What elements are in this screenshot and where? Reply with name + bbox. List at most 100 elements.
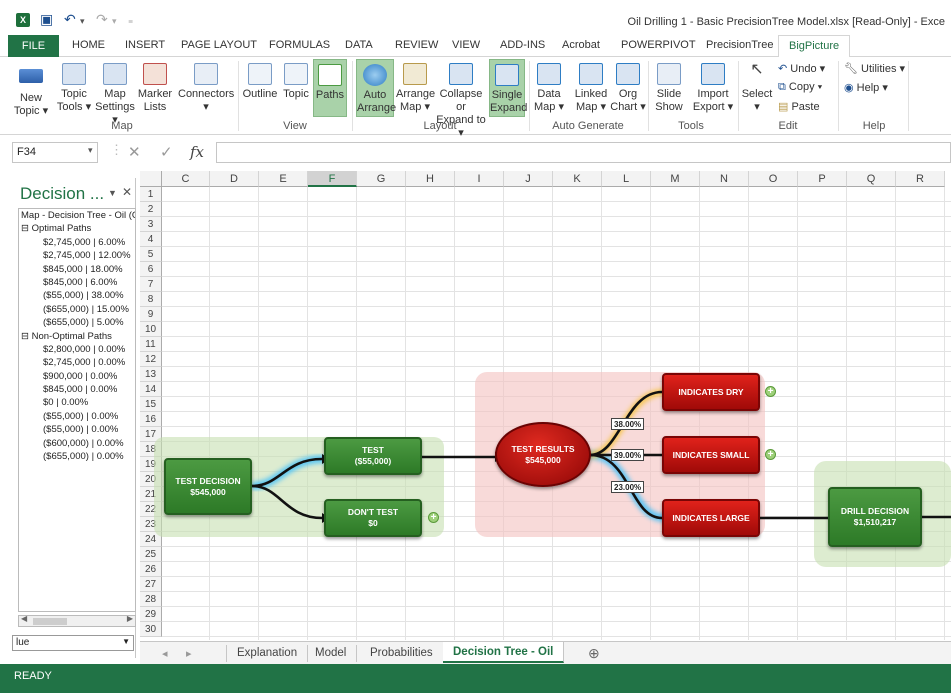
tab-home[interactable]: HOME xyxy=(72,39,105,51)
sheet-prev-icon[interactable]: ◂ xyxy=(162,647,168,660)
data-map-button[interactable]: Data Map ▾ xyxy=(532,63,566,114)
undo-icon[interactable]: ↶ xyxy=(64,11,76,28)
help-icon: ◉ xyxy=(844,82,857,94)
tree-path-item[interactable]: ($655,000) | 5.00% xyxy=(19,316,135,329)
name-box-dropdown-icon[interactable]: ▾ xyxy=(88,145,93,156)
indicates-small-node[interactable]: INDICATES SMALL xyxy=(662,436,760,474)
tab-formulas[interactable]: FORMULAS xyxy=(269,39,330,51)
dont-test-node[interactable]: DON'T TEST $0 xyxy=(324,499,422,537)
indicates-large-node[interactable]: INDICATES LARGE xyxy=(662,499,760,537)
formula-input[interactable] xyxy=(216,142,951,163)
expand-plus-icon[interactable]: + xyxy=(428,512,439,523)
expand-plus-icon[interactable]: + xyxy=(765,386,776,397)
paths-button[interactable]: Paths xyxy=(313,59,347,117)
new-topic-button[interactable]: New Topic ▾ xyxy=(12,63,50,118)
wrench-icon: 🔧︎ xyxy=(844,63,862,75)
pane-options-icon[interactable]: ▼ xyxy=(108,188,117,198)
customize-qat-icon[interactable]: ₌ xyxy=(128,15,133,26)
indicates-dry-node[interactable]: INDICATES DRY xyxy=(662,373,760,411)
sheet-tab-probabilities[interactable]: Probabilities xyxy=(360,645,444,662)
tree-path-item[interactable]: $845,000 | 6.00% xyxy=(19,276,135,289)
undo-button[interactable]: ↶ Undo ▾ xyxy=(778,62,825,75)
save-icon[interactable]: ▣ xyxy=(40,11,53,28)
utilities-button[interactable]: 🔧︎ Utilities ▾ xyxy=(844,62,905,75)
tree-path-item[interactable]: $2,745,000 | 0.00% xyxy=(19,356,135,369)
tree-group[interactable]: ⊟ Optimal Paths xyxy=(19,222,135,235)
expand-plus-icon[interactable]: + xyxy=(765,449,776,460)
drill-decision-node[interactable]: DRILL DECISION $1,510,217 xyxy=(828,487,922,547)
tree-path-item[interactable]: $900,000 | 0.00% xyxy=(19,370,135,383)
tree-path-item[interactable]: ($55,000) | 38.00% xyxy=(19,289,135,302)
scroll-left-icon[interactable]: ◀ xyxy=(21,614,27,623)
test-node[interactable]: TEST ($55,000) xyxy=(324,437,422,475)
excel-logo-icon: X xyxy=(16,13,30,27)
tree-horizontal-scrollbar[interactable]: ◀ ▶ xyxy=(18,614,136,627)
tree-path-item[interactable]: $845,000 | 0.00% xyxy=(19,383,135,396)
tree-path-item[interactable]: $0 | 0.00% xyxy=(19,396,135,409)
tree-path-item[interactable]: $2,745,000 | 12.00% xyxy=(19,249,135,262)
tab-powerpivot[interactable]: POWERPIVOT xyxy=(621,39,696,51)
map-settings-button[interactable]: Map Settings ▾ xyxy=(94,63,136,127)
tree-path-item[interactable]: ($55,000) | 0.00% xyxy=(19,410,135,423)
single-expand-button[interactable]: Single Expand xyxy=(489,59,527,117)
tree-root[interactable]: Map - Decision Tree - Oil (Oil xyxy=(19,209,135,222)
tab-bigpicture[interactable]: BigPicture xyxy=(778,35,851,58)
tree-path-item[interactable]: ($655,000) | 15.00% xyxy=(19,303,135,316)
auto-arrange-button[interactable]: Auto Arrange xyxy=(356,59,396,117)
scroll-right-icon[interactable]: ▶ xyxy=(127,614,133,623)
outline-button[interactable]: Outline xyxy=(242,63,278,101)
tab-file[interactable]: FILE xyxy=(8,35,59,57)
tree-path-item[interactable]: $845,000 | 18.00% xyxy=(19,263,135,276)
sheet-tab-explanation[interactable]: Explanation xyxy=(226,645,309,662)
tree-path-item[interactable]: ($655,000) | 0.00% xyxy=(19,450,135,463)
arrange-map-button[interactable]: Arrange Map ▾ xyxy=(396,63,435,114)
paste-button[interactable]: ▤ Paste xyxy=(778,100,820,113)
pane-close-icon[interactable]: ✕ xyxy=(122,185,132,199)
add-sheet-icon[interactable]: ⊕ xyxy=(578,645,610,662)
path-tree[interactable]: Map - Decision Tree - Oil (Oil ⊟ Optimal … xyxy=(18,208,136,612)
tab-precisiontree[interactable]: PrecisionTree xyxy=(706,39,773,51)
tab-add-ins[interactable]: ADD-INS xyxy=(500,39,545,51)
tab-data[interactable]: DATA xyxy=(345,39,373,51)
test-results-node[interactable]: TEST RESULTS $545,000 xyxy=(495,422,591,487)
test-decision-node[interactable]: TEST DECISION $545,000 xyxy=(164,458,252,515)
group-label-auto-generate: Auto Generate xyxy=(552,120,624,132)
copy-button[interactable]: ⧉ Copy ▾ xyxy=(778,81,822,94)
import-export-button[interactable]: Import Export ▾ xyxy=(692,63,734,114)
tab-view[interactable]: VIEW xyxy=(452,39,480,51)
slide-show-button[interactable]: Slide Show xyxy=(652,63,686,114)
sheet-tab-decision-tree-oil[interactable]: Decision Tree - Oil xyxy=(443,642,565,663)
import-export-icon xyxy=(701,63,725,85)
value-select[interactable]: lue ▼ xyxy=(12,635,134,651)
tab-review[interactable]: REVIEW xyxy=(395,39,438,51)
sheet-next-icon[interactable]: ▸ xyxy=(186,647,192,660)
insert-function-icon[interactable]: fx xyxy=(190,143,204,161)
tab-insert[interactable]: INSERT xyxy=(125,39,165,51)
topic-tools-button[interactable]: Topic Tools ▾ xyxy=(55,63,93,114)
worksheet-grid[interactable]: C D E F G H I J K L M N O P Q R 1 2 3 4 5 6 7 8 9 10 11 12 13 14 15 16 1… xyxy=(140,171,951,640)
enter-icon[interactable]: ✓ xyxy=(160,143,173,161)
undo-dropdown-icon[interactable]: ▾ xyxy=(80,16,85,27)
redo-icon[interactable]: ↷ xyxy=(96,11,108,28)
tree-group[interactable]: ⊟ Non-Optimal Paths xyxy=(19,330,135,343)
connectors-button[interactable]: Connectors ▾ xyxy=(178,63,234,114)
group-separator xyxy=(838,61,839,131)
tab-acrobat[interactable]: Acrobat xyxy=(562,39,600,51)
redo-dropdown-icon[interactable]: ▾ xyxy=(112,16,117,27)
tree-path-item[interactable]: ($600,000) | 0.00% xyxy=(19,437,135,450)
select-dropdown-icon[interactable]: ▼ xyxy=(122,637,130,646)
linked-map-button[interactable]: Linked Map ▾ xyxy=(572,63,610,114)
sheet-tab-model[interactable]: Model xyxy=(305,645,358,662)
topic-view-button[interactable]: Topic xyxy=(280,63,312,101)
scroll-thumb[interactable] xyxy=(33,618,67,625)
select-button[interactable]: ↖ Select ▾ xyxy=(741,62,773,114)
tab-page-layout[interactable]: PAGE LAYOUT xyxy=(181,39,257,51)
help-button[interactable]: ◉ Help ▾ xyxy=(844,81,888,94)
org-chart-button[interactable]: Org Chart ▾ xyxy=(610,63,646,114)
cancel-icon[interactable]: ✕ xyxy=(128,143,141,161)
name-box[interactable]: F34 xyxy=(12,142,98,163)
tree-path-item[interactable]: $2,745,000 | 6.00% xyxy=(19,236,135,249)
tree-path-item[interactable]: ($55,000) | 0.00% xyxy=(19,423,135,436)
tree-path-item[interactable]: $2,800,000 | 0.00% xyxy=(19,343,135,356)
marker-lists-button[interactable]: Marker Lists xyxy=(137,63,173,114)
